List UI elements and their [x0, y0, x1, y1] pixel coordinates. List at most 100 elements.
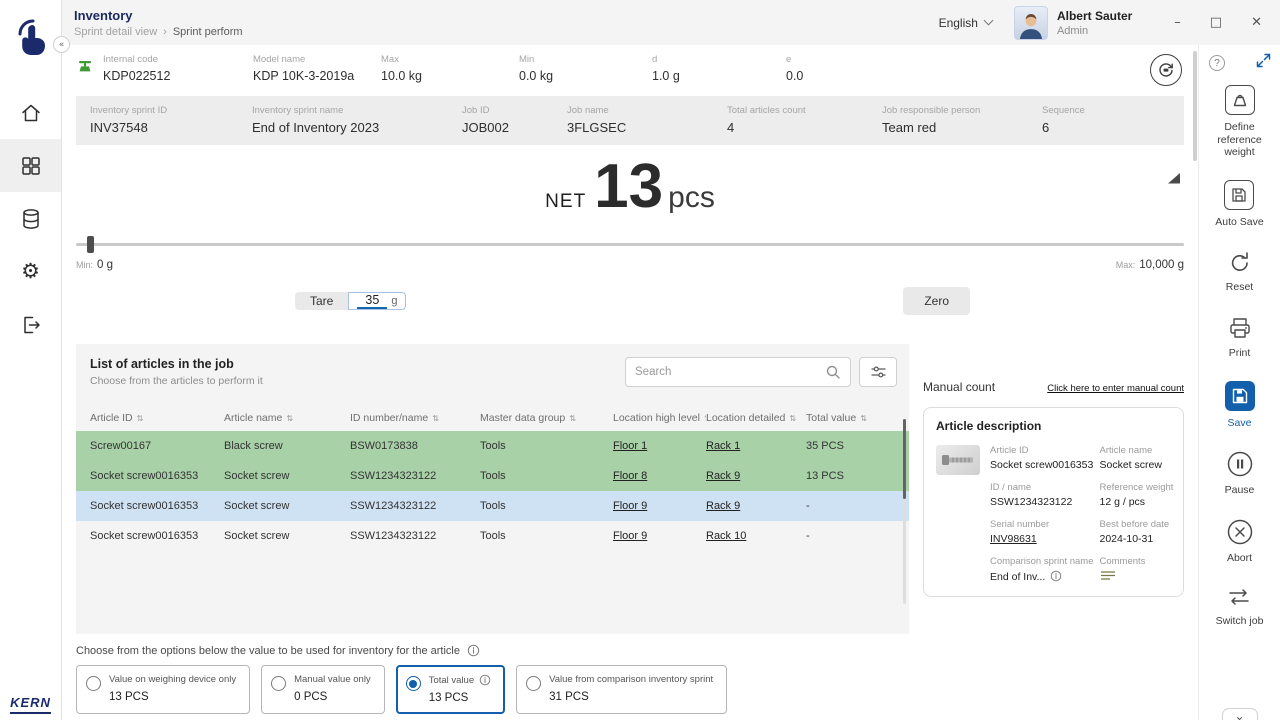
- option-comparison-sprint-value[interactable]: Value from comparison inventory sprint 3…: [516, 665, 727, 714]
- field-value: 4: [727, 120, 882, 135]
- search-input[interactable]: [635, 366, 825, 378]
- nav-home[interactable]: [0, 86, 61, 139]
- action-switch-job[interactable]: Switch job: [1216, 585, 1264, 628]
- column-header-location-detailed[interactable]: Location detailed: [706, 412, 806, 424]
- main-nav: ⚙: [0, 86, 61, 351]
- sort-icon[interactable]: [860, 412, 867, 424]
- info-icon[interactable]: [479, 674, 491, 686]
- field-value: Team red: [882, 120, 1042, 135]
- filter-button[interactable]: [859, 357, 897, 387]
- cell-id-number: BSW0173838: [350, 440, 480, 452]
- sprint-field-name: Inventory sprint name End of Inventory 2…: [252, 105, 462, 135]
- action-print[interactable]: Print: [1227, 315, 1253, 360]
- expand-icon: [1256, 53, 1271, 68]
- reset-icon: [1227, 249, 1253, 275]
- nav-database[interactable]: [0, 192, 61, 245]
- action-reset[interactable]: Reset: [1226, 249, 1253, 294]
- option-weighing-device-only[interactable]: Value on weighing device only 13 PCS: [76, 665, 250, 714]
- sidebar-collapse-button[interactable]: «: [53, 36, 70, 53]
- rack-link[interactable]: Rack 1: [706, 440, 740, 452]
- sort-icon[interactable]: [789, 412, 796, 424]
- slider-min: Min:0 g: [76, 255, 113, 273]
- option-total-value[interactable]: Total value 13 PCS: [396, 665, 505, 714]
- slider-handle[interactable]: [87, 236, 94, 253]
- field-value: 0.0 kg: [519, 69, 652, 83]
- expand-panel-button[interactable]: [1256, 53, 1271, 73]
- action-save[interactable]: Save: [1225, 381, 1255, 430]
- table-scrollbar[interactable]: [903, 419, 906, 604]
- nav-logout[interactable]: [0, 298, 61, 351]
- reference-weight-icon: [1225, 85, 1255, 115]
- action-auto-save[interactable]: Auto Save: [1215, 180, 1263, 229]
- article-row[interactable]: Socket screw0016353 Socket screw SSW1234…: [76, 521, 909, 551]
- floor-link[interactable]: Floor 9: [613, 530, 647, 542]
- floor-link[interactable]: Floor 1: [613, 440, 647, 452]
- zero-button[interactable]: Zero: [903, 287, 970, 315]
- language-selector[interactable]: English: [939, 16, 992, 30]
- cell-total-value: -: [806, 500, 909, 512]
- option-manual-value-only[interactable]: Manual value only 0 PCS: [261, 665, 385, 714]
- column-header-article-id[interactable]: Article ID: [76, 412, 224, 424]
- pause-icon: [1226, 450, 1254, 478]
- article-row[interactable]: Screw00167 Black screw BSW0173838 Tools …: [76, 431, 909, 461]
- article-row-selected[interactable]: Socket screw0016353 Socket screw SSW1234…: [76, 491, 909, 521]
- breadcrumb-parent[interactable]: Sprint detail view: [74, 26, 157, 38]
- window-maximize-button[interactable]: □: [1210, 15, 1222, 30]
- help-button[interactable]: ?: [1209, 55, 1225, 71]
- floor-link[interactable]: Floor 9: [613, 500, 647, 512]
- option-label: Value from comparison inventory sprint: [549, 674, 713, 685]
- cell-article-name: Socket screw: [224, 500, 350, 512]
- chevron-down-icon: [983, 16, 993, 26]
- column-header-article-name[interactable]: Article name: [224, 412, 350, 424]
- desc-field-reference-weight: Reference weight 12 g / pcs: [1100, 482, 1174, 508]
- serial-number-link[interactable]: INV98631: [990, 533, 1094, 545]
- device-field-max: Max 10.0 kg: [381, 54, 519, 83]
- action-label: Auto Save: [1215, 216, 1263, 229]
- comments-icon[interactable]: [1100, 570, 1116, 582]
- field-label: Min: [519, 54, 652, 65]
- manual-count-link[interactable]: Click here to enter manual count: [1047, 383, 1184, 394]
- column-header-master-data-group[interactable]: Master data group: [480, 412, 613, 424]
- action-abort[interactable]: Abort: [1226, 518, 1254, 565]
- action-define-reference-weight[interactable]: Define reference weight: [1208, 85, 1272, 159]
- switch-device-button[interactable]: [1150, 54, 1182, 86]
- desc-field-article-name: Article name Socket screw: [1100, 445, 1174, 471]
- action-pause[interactable]: Pause: [1225, 450, 1255, 497]
- column-header-total-value[interactable]: Total value: [806, 412, 909, 424]
- more-actions-button[interactable]: ⌄: [1222, 708, 1258, 720]
- column-header-id-number[interactable]: ID number/name: [350, 412, 480, 424]
- info-icon[interactable]: [467, 644, 480, 657]
- window-minimize-button[interactable]: –: [1174, 15, 1181, 30]
- tare-input-wrap: g: [348, 292, 406, 310]
- rack-link[interactable]: Rack 9: [706, 500, 740, 512]
- sort-icon[interactable]: [432, 412, 439, 424]
- info-icon[interactable]: [1050, 570, 1062, 582]
- save-icon: [1225, 381, 1255, 411]
- rack-link[interactable]: Rack 9: [706, 470, 740, 482]
- floor-link[interactable]: Floor 8: [613, 470, 647, 482]
- radio-unchecked[interactable]: [86, 676, 101, 691]
- table-scrollbar-thumb[interactable]: [903, 419, 906, 499]
- screw-image-icon: [941, 451, 975, 469]
- sort-icon[interactable]: [569, 412, 576, 424]
- user-menu[interactable]: Albert Sauter Admin: [1014, 6, 1132, 40]
- kern-hand-logo-icon: [11, 18, 51, 64]
- grid-icon: [19, 154, 43, 178]
- rack-link[interactable]: Rack 10: [706, 530, 746, 542]
- tare-button[interactable]: Tare: [295, 292, 348, 310]
- radio-checked[interactable]: [406, 676, 421, 691]
- window-close-button[interactable]: ✕: [1251, 15, 1262, 30]
- article-row[interactable]: Socket screw0016353 Socket screw SSW1234…: [76, 461, 909, 491]
- nav-inventory[interactable]: [0, 139, 61, 192]
- tare-value-input[interactable]: [357, 293, 387, 309]
- cell-group: Tools: [480, 530, 613, 542]
- sort-icon[interactable]: [286, 412, 293, 424]
- field-value: 12 g / pcs: [1100, 496, 1174, 508]
- radio-unchecked[interactable]: [526, 676, 541, 691]
- radio-unchecked[interactable]: [271, 676, 286, 691]
- option-label: Value on weighing device only: [109, 674, 236, 685]
- slider-track[interactable]: [76, 243, 1184, 246]
- column-header-location-high[interactable]: Location high level: [613, 412, 706, 424]
- sort-icon[interactable]: [137, 412, 144, 424]
- nav-settings[interactable]: ⚙: [0, 245, 61, 298]
